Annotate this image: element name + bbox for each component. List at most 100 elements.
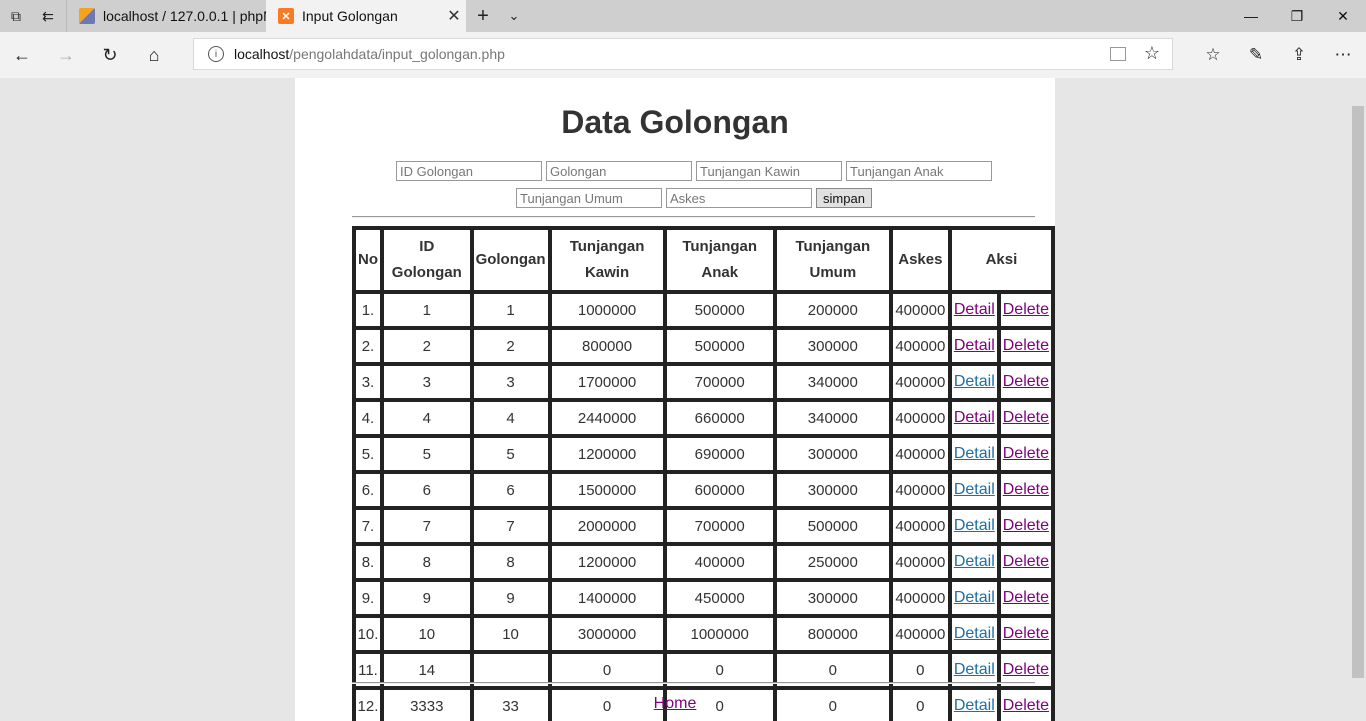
- cell-delete: Delete: [998, 364, 1053, 400]
- cell-delete: Delete: [998, 508, 1053, 544]
- header-tunjangan-anak: Tunjangan Anak: [664, 228, 775, 292]
- detail-link[interactable]: Detail: [954, 481, 995, 498]
- cell-tunjangan-umum: 500000: [774, 508, 891, 544]
- tab-input-golongan[interactable]: ✕ Input Golongan ✕: [266, 0, 466, 32]
- cell-golongan: 1: [471, 292, 550, 328]
- scrollbar-thumb[interactable]: [1352, 106, 1364, 678]
- delete-link[interactable]: Delete: [1003, 445, 1049, 462]
- detail-link[interactable]: Detail: [954, 373, 995, 390]
- golongan-input[interactable]: [546, 161, 692, 181]
- close-tab-icon[interactable]: ✕: [442, 6, 466, 26]
- page-viewport: Data Golongan simpan No IDGolongan Golon…: [0, 78, 1350, 721]
- refresh-icon[interactable]: ↻: [94, 39, 126, 71]
- delete-link[interactable]: Delete: [1003, 337, 1049, 354]
- cell-tunjangan-anak: 600000: [664, 472, 775, 508]
- cell-tunjangan-kawin: 1400000: [549, 580, 665, 616]
- tab-phpmyadmin[interactable]: localhost / 127.0.0.1 | phpM: [66, 0, 266, 32]
- detail-link[interactable]: Detail: [954, 589, 995, 606]
- delete-link[interactable]: Delete: [1003, 589, 1049, 606]
- cell-no: 3.: [354, 364, 382, 400]
- detail-link[interactable]: Detail: [954, 553, 995, 570]
- tunjangan-umum-input[interactable]: [516, 188, 662, 208]
- detail-link[interactable]: Detail: [954, 517, 995, 534]
- delete-link[interactable]: Delete: [1003, 373, 1049, 390]
- golongan-table: No ID Golongan Golongan Tunjangan Kawin Tu…: [352, 226, 1055, 721]
- askes-input[interactable]: [666, 188, 812, 208]
- reading-view-icon[interactable]: [1110, 47, 1126, 61]
- new-tab-icon[interactable]: +: [468, 0, 498, 32]
- cell-tunjangan-anak: 450000: [664, 580, 775, 616]
- cell-askes: 400000: [890, 400, 950, 436]
- cell-askes: 400000: [890, 472, 950, 508]
- table-row: 3. 3 3 1700000 700000 340000 400000 Detail Delet…: [354, 364, 1053, 400]
- tunjangan-kawin-input[interactable]: [696, 161, 842, 181]
- more-options-icon[interactable]: ⋯: [1327, 39, 1359, 71]
- cell-tunjangan-kawin: 1200000: [549, 436, 665, 472]
- delete-link[interactable]: Delete: [1003, 553, 1049, 570]
- favorites-icon[interactable]: ☆: [1197, 39, 1229, 71]
- tunjangan-anak-input[interactable]: [846, 161, 992, 181]
- cell-tunjangan-kawin: 800000: [549, 328, 665, 364]
- detail-link[interactable]: Detail: [954, 661, 995, 678]
- delete-link[interactable]: Delete: [1003, 409, 1049, 426]
- detail-link[interactable]: Detail: [954, 301, 995, 318]
- chevron-down-icon[interactable]: ⌄: [500, 0, 528, 32]
- delete-link[interactable]: Delete: [1003, 301, 1049, 318]
- forward-arrow-icon[interactable]: →: [50, 39, 82, 71]
- cell-detail: Detail: [949, 580, 999, 616]
- share-icon[interactable]: ⇪: [1283, 39, 1315, 71]
- cell-askes: 400000: [890, 544, 950, 580]
- detail-link[interactable]: Detail: [954, 625, 995, 642]
- address-bar[interactable]: i localhost/pengolahdata/input_golongan.…: [193, 38, 1173, 70]
- cell-no: 4.: [354, 400, 382, 436]
- detail-link[interactable]: Detail: [954, 445, 995, 462]
- cell-id-golongan: 1: [381, 292, 472, 328]
- cell-id-golongan: 8: [381, 544, 472, 580]
- cell-tunjangan-kawin: 1000000: [549, 292, 665, 328]
- cell-askes: 400000: [890, 436, 950, 472]
- header-askes: Askes: [890, 228, 950, 292]
- table-row: 7. 7 7 2000000 700000 500000 400000 Detail Delet…: [354, 508, 1053, 544]
- cell-detail: Detail: [949, 364, 999, 400]
- detail-link[interactable]: Detail: [954, 409, 995, 426]
- minimize-icon[interactable]: —: [1228, 0, 1274, 32]
- favorite-star-icon[interactable]: ☆: [1144, 43, 1160, 64]
- cell-delete: Delete: [998, 436, 1053, 472]
- pen-icon[interactable]: ✎: [1240, 39, 1272, 71]
- home-icon[interactable]: ⌂: [138, 39, 170, 71]
- cell-askes: 400000: [890, 580, 950, 616]
- cell-askes: 400000: [890, 364, 950, 400]
- delete-link[interactable]: Delete: [1003, 661, 1049, 678]
- cell-no: 5.: [354, 436, 382, 472]
- simpan-button[interactable]: simpan: [816, 188, 872, 208]
- set-tabs-aside-icon[interactable]: ⇇: [32, 0, 64, 32]
- id-golongan-input[interactable]: [396, 161, 542, 181]
- header-golongan: Golongan: [471, 228, 550, 292]
- cell-tunjangan-kawin: 3000000: [549, 616, 665, 652]
- cell-golongan: 9: [471, 580, 550, 616]
- cell-id-golongan: 10: [381, 616, 472, 652]
- back-arrow-icon[interactable]: ←: [6, 39, 38, 71]
- cell-tunjangan-anak: 1000000: [664, 616, 775, 652]
- cell-tunjangan-anak: 400000: [664, 544, 775, 580]
- close-window-icon[interactable]: ✕: [1320, 0, 1366, 32]
- cell-golongan: 4: [471, 400, 550, 436]
- cell-tunjangan-anak: 660000: [664, 400, 775, 436]
- home-link[interactable]: Home: [654, 695, 697, 712]
- cell-askes: 400000: [890, 292, 950, 328]
- cell-tunjangan-umum: 200000: [774, 292, 891, 328]
- delete-link[interactable]: Delete: [1003, 517, 1049, 534]
- delete-link[interactable]: Delete: [1003, 481, 1049, 498]
- tab-actions-icon[interactable]: ⧉: [0, 0, 32, 32]
- vertical-scrollbar[interactable]: [1350, 78, 1366, 721]
- header-tunjangan-umum: Tunjangan Umum: [774, 228, 891, 292]
- cell-id-golongan: 3: [381, 364, 472, 400]
- detail-link[interactable]: Detail: [954, 337, 995, 354]
- site-info-icon[interactable]: i: [208, 46, 224, 62]
- cell-no: 8.: [354, 544, 382, 580]
- cell-detail: Detail: [949, 616, 999, 652]
- restore-icon[interactable]: ❐: [1274, 0, 1320, 32]
- cell-detail: Detail: [949, 436, 999, 472]
- header-id-golongan: ID Golongan: [381, 228, 472, 292]
- delete-link[interactable]: Delete: [1003, 625, 1049, 642]
